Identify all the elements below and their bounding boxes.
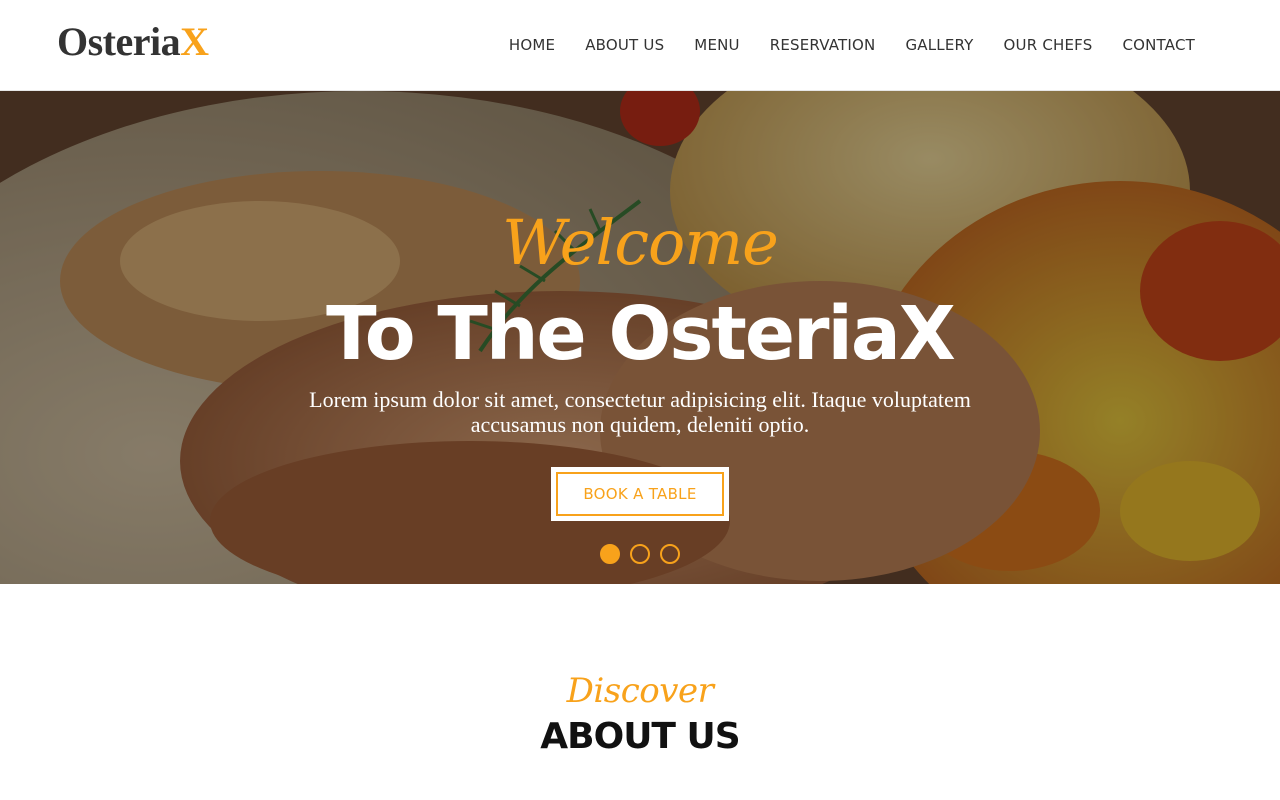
about-kicker: Discover (566, 671, 714, 711)
slider-dot-2[interactable] (630, 544, 650, 564)
hero-description: Lorem ipsum dolor sit amet, consectetur … (309, 387, 971, 437)
logo-accent-text: X (180, 19, 209, 64)
book-table-button[interactable]: BOOK A TABLE (556, 472, 724, 516)
hero-content: Welcome To The OsteriaX Lorem ipsum dolo… (0, 91, 1280, 584)
slider-pagination (600, 544, 680, 564)
slider-dot-1[interactable] (600, 544, 620, 564)
slider-dot-3[interactable] (660, 544, 680, 564)
about-title: ABOUT US (540, 716, 740, 757)
nav-gallery[interactable]: GALLERY (905, 33, 973, 57)
book-table-button-frame: BOOK A TABLE (551, 467, 729, 521)
nav-about-us[interactable]: ABOUT US (585, 33, 664, 57)
hero-title: To The OsteriaX (326, 291, 956, 377)
site-logo[interactable]: OsteriaX (57, 18, 209, 66)
site-header: OsteriaX HOME ABOUT US MENU RESERVATION … (0, 0, 1280, 91)
nav-menu[interactable]: MENU (694, 33, 739, 57)
about-section: Discover ABOUT US (0, 584, 1280, 800)
nav-home[interactable]: HOME (509, 33, 555, 57)
nav-our-chefs[interactable]: OUR CHEFS (1004, 33, 1093, 57)
hero-welcome-script: Welcome (502, 206, 779, 279)
nav-reservation[interactable]: RESERVATION (770, 33, 876, 57)
nav-contact[interactable]: CONTACT (1122, 33, 1195, 57)
main-nav: HOME ABOUT US MENU RESERVATION GALLERY O… (509, 33, 1195, 57)
logo-main-text: Osteria (57, 19, 181, 64)
hero-slider: Welcome To The OsteriaX Lorem ipsum dolo… (0, 91, 1280, 584)
